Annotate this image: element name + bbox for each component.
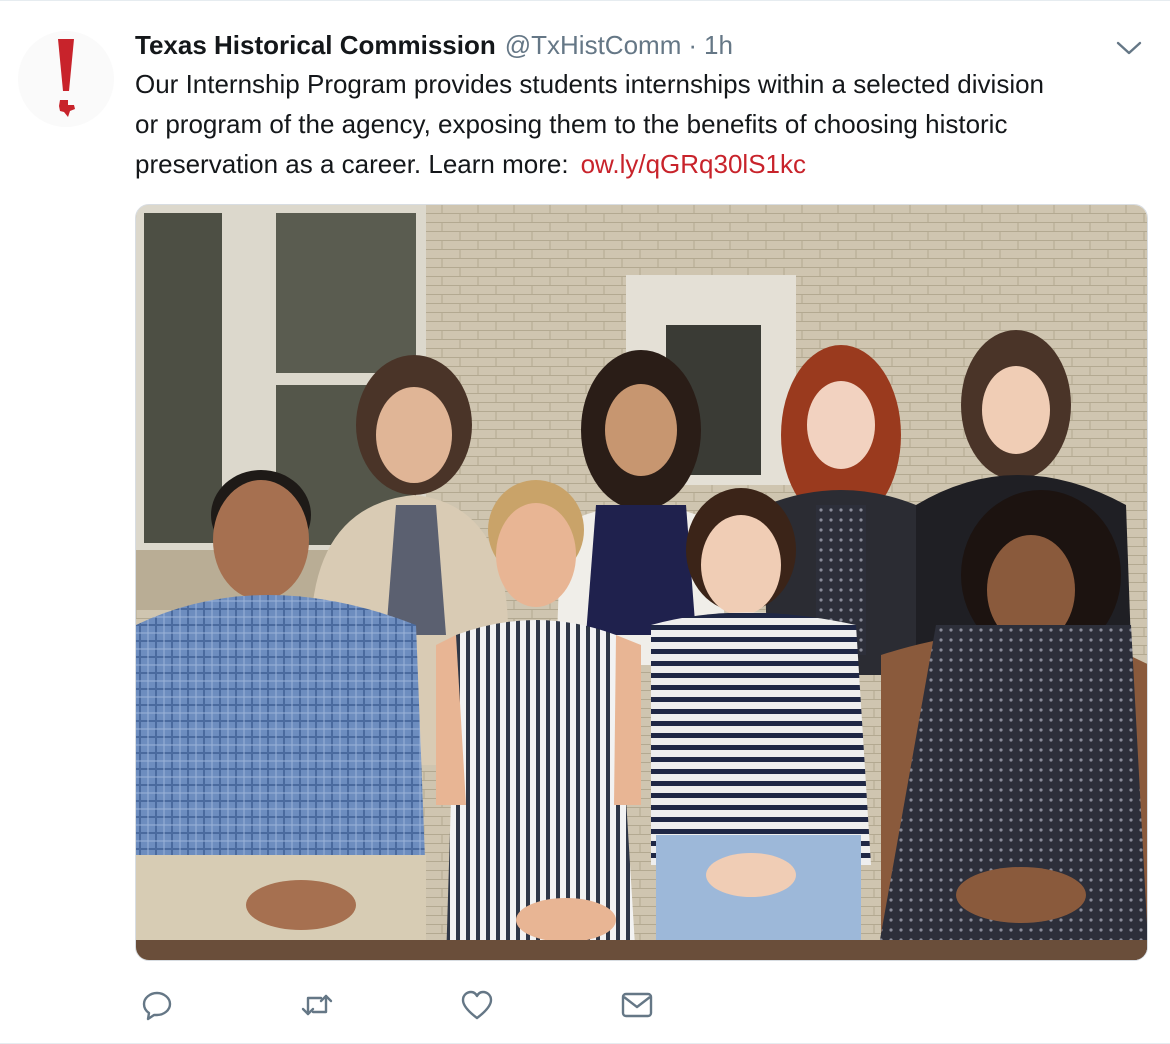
tweet-text: Our Internship Program provides students… bbox=[135, 64, 1135, 184]
tweet-header: Texas Historical Commission @TxHistComm … bbox=[135, 27, 733, 63]
author-avatar[interactable] bbox=[18, 31, 114, 127]
tweet-actions bbox=[135, 983, 695, 1027]
tweet-text-line: Our Internship Program provides students… bbox=[135, 69, 1045, 99]
tweet-menu-button[interactable] bbox=[1114, 37, 1144, 59]
tweet-text-line: preservation as a career. Learn more: bbox=[135, 149, 569, 179]
direct-message-button[interactable] bbox=[615, 983, 659, 1027]
tweet-card[interactable]: Texas Historical Commission @TxHistComm … bbox=[0, 0, 1170, 1044]
reply-icon bbox=[142, 991, 172, 1021]
retweet-icon bbox=[301, 994, 333, 1016]
reply-button[interactable] bbox=[135, 983, 179, 1027]
heart-icon bbox=[461, 990, 493, 1020]
tweet-photo[interactable] bbox=[135, 204, 1148, 961]
author-handle[interactable]: @TxHistComm bbox=[505, 27, 682, 63]
envelope-icon bbox=[621, 992, 653, 1018]
tweet-timestamp[interactable]: 1h bbox=[704, 27, 733, 63]
group-photo-image bbox=[136, 205, 1147, 960]
retweet-button[interactable] bbox=[295, 983, 339, 1027]
tweet-text-line-with-link: preservation as a career. Learn more: ow.… bbox=[135, 144, 1135, 184]
texas-exclamation-logo-icon bbox=[58, 39, 75, 117]
like-button[interactable] bbox=[455, 983, 499, 1027]
tweet-text-line: or program of the agency, exposing them … bbox=[135, 109, 1008, 139]
chevron-down-icon bbox=[1116, 41, 1142, 55]
author-display-name[interactable]: Texas Historical Commission bbox=[135, 27, 496, 63]
header-separator: · bbox=[688, 30, 698, 60]
tweet-link[interactable]: ow.ly/qGRq30lS1kc bbox=[581, 149, 806, 179]
